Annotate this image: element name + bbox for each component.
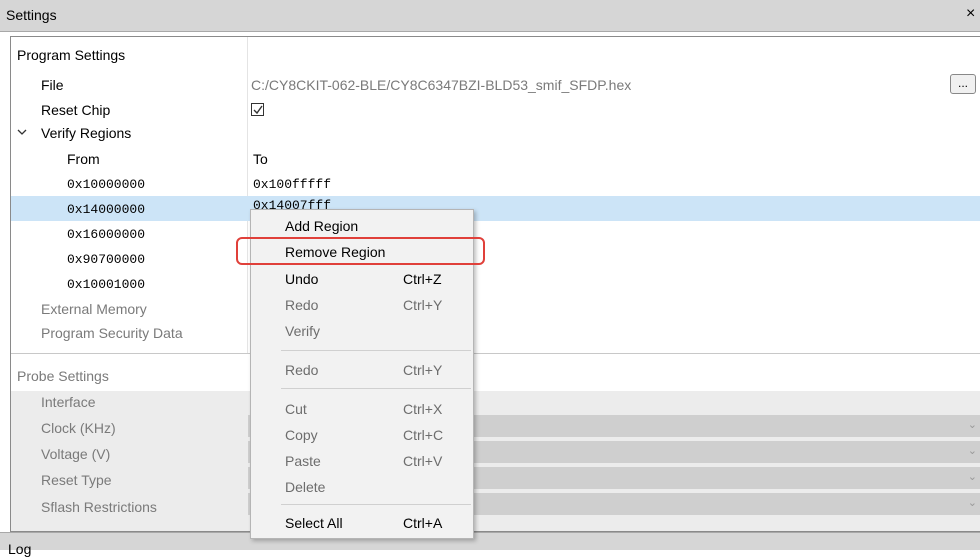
menu-item-select-all[interactable]: Select All Ctrl+A [251, 511, 473, 537]
settings-titlebar: Settings × [0, 0, 980, 32]
external-memory-row[interactable]: External Memory [11, 297, 980, 322]
reset-chip-row: Reset Chip [11, 99, 980, 124]
section-divider [11, 353, 980, 354]
chevron-down-icon: ⌄ [967, 445, 977, 457]
probe-settings-title: Probe Settings [17, 368, 109, 384]
region-row-selected[interactable]: 0x14000000 0x14007fff [11, 196, 980, 221]
region-row[interactable]: 0x10000000 0x100fffff [11, 171, 980, 196]
to-column-header: To [253, 151, 268, 167]
verify-regions-row[interactable]: Verify Regions [11, 122, 980, 147]
region-from[interactable]: 0x10000000 [67, 177, 145, 192]
reset-chip-label: Reset Chip [41, 102, 111, 118]
chevron-down-icon: ⌄ [967, 497, 977, 509]
browse-button[interactable]: ... [950, 74, 976, 94]
voltage-label: Voltage (V) [41, 446, 111, 462]
menu-item-paste[interactable]: Paste Ctrl+V [251, 449, 473, 475]
interface-label: Interface [41, 394, 96, 410]
menu-item-verify[interactable]: Verify [251, 319, 473, 345]
probe-settings-section: Interface ⌄ Clock (KHz) ⌄ Voltage (V) ⌄ … [11, 391, 980, 531]
menu-item-copy[interactable]: Copy Ctrl+C [251, 423, 473, 449]
region-to[interactable]: 0x100fffff [253, 177, 331, 192]
reset-type-label: Reset Type [41, 472, 112, 488]
menu-item-delete[interactable]: Delete [251, 475, 473, 501]
checkmark-icon [253, 105, 263, 115]
chevron-down-icon: ⌄ [967, 419, 977, 431]
region-from[interactable]: 0x14000000 [67, 202, 145, 217]
program-settings-header: Program Settings [11, 45, 980, 70]
chevron-down-icon[interactable] [17, 127, 27, 137]
clock-label: Clock (KHz) [41, 420, 116, 436]
log-panel-header[interactable]: Log [0, 532, 980, 557]
program-settings-title: Program Settings [17, 47, 126, 63]
remove-region-highlight [236, 237, 485, 265]
region-from[interactable]: 0x90700000 [67, 252, 145, 267]
close-icon[interactable]: × [966, 5, 975, 23]
menu-item-cut[interactable]: Cut Ctrl+X [251, 397, 473, 423]
window-title: Settings [6, 7, 57, 23]
region-row[interactable]: 0x90700000 [11, 246, 980, 271]
verify-regions-label: Verify Regions [41, 125, 132, 141]
regions-header-row: From To [11, 147, 980, 172]
region-from[interactable]: 0x10001000 [67, 277, 145, 292]
region-row[interactable]: 0x10001000 [11, 271, 980, 296]
from-column-header: From [67, 151, 100, 167]
settings-panel: Program Settings File C:/CY8CKIT-062-BLE… [10, 36, 980, 532]
menu-item-redo[interactable]: Redo Ctrl+Y [251, 358, 473, 384]
probe-settings-header: Probe Settings [11, 363, 980, 388]
menu-separator [281, 350, 471, 351]
menu-item-undo[interactable]: Undo Ctrl+Z [251, 267, 473, 293]
region-from[interactable]: 0x16000000 [67, 227, 145, 242]
file-label: File [41, 77, 64, 93]
file-path-value[interactable]: C:/CY8CKIT-062-BLE/CY8C6347BZI-BLD53_smi… [251, 77, 631, 93]
file-row[interactable]: File C:/CY8CKIT-062-BLE/CY8C6347BZI-BLD5… [11, 73, 980, 98]
chevron-down-icon: ⌄ [967, 471, 977, 483]
log-label: Log [8, 541, 32, 557]
external-memory-label: External Memory [41, 301, 147, 317]
menu-separator [281, 388, 471, 389]
menu-separator [281, 504, 471, 505]
menu-item-redo[interactable]: Redo Ctrl+Y [251, 293, 473, 319]
region-row[interactable]: 0x16000000 [11, 221, 980, 246]
sflash-restrictions-label: Sflash Restrictions [41, 499, 157, 515]
program-security-row[interactable]: Program Security Data [11, 321, 980, 346]
program-security-label: Program Security Data [41, 325, 183, 341]
reset-chip-checkbox[interactable] [251, 103, 264, 116]
